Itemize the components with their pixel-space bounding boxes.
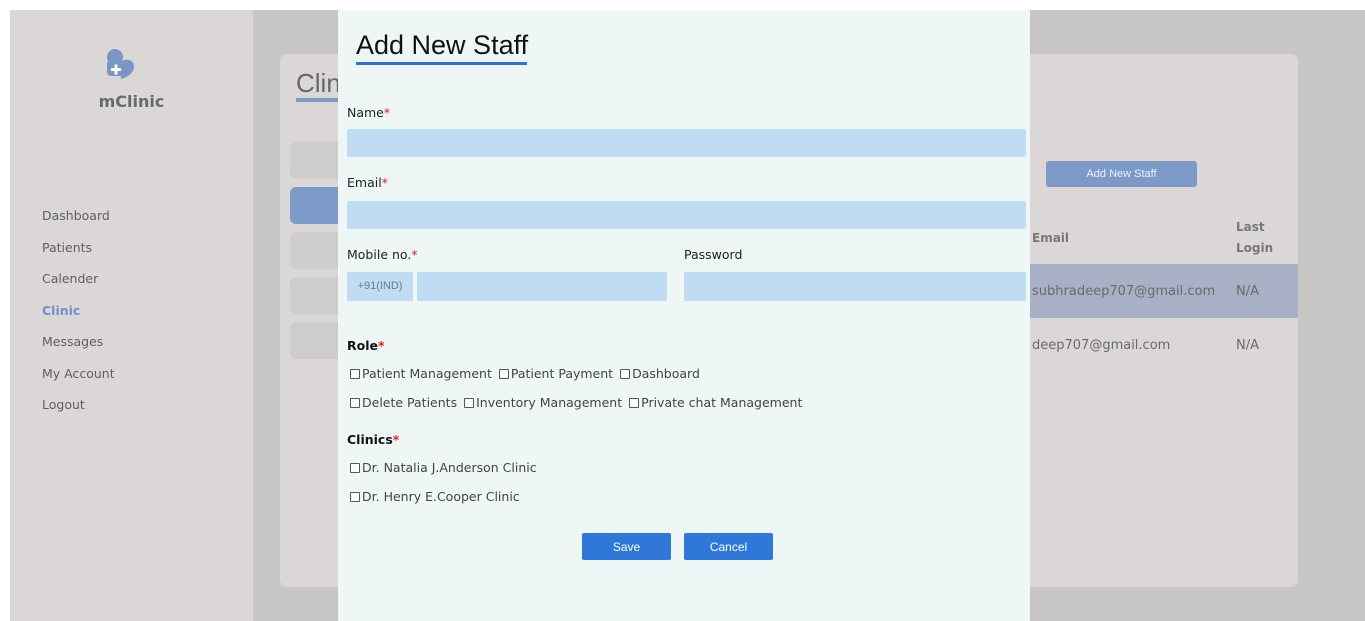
- table-cell-last-login: N/A: [1236, 284, 1259, 299]
- sidebar-item-clinic[interactable]: Clinic: [42, 303, 115, 335]
- role-checkbox-delete-patients[interactable]: Delete Patients: [350, 395, 457, 410]
- sidebar-item-messages[interactable]: Messages: [42, 334, 115, 366]
- clinic-option: Dr. Henry E.Cooper Clinic: [350, 489, 520, 504]
- clinic-option: Dr. Natalia J.Anderson Clinic: [350, 460, 537, 475]
- clinics-heading: Clinics*: [347, 432, 400, 447]
- role-checkbox-private-chat-management[interactable]: Private chat Management: [629, 395, 802, 410]
- role-checkbox-inventory-management[interactable]: Inventory Management: [464, 395, 622, 410]
- modal-title: Add New Staff: [356, 30, 529, 60]
- password-label: Password: [684, 247, 743, 262]
- checkbox-icon[interactable]: [498, 368, 509, 379]
- title-underline: [356, 62, 527, 65]
- email-label: Email*: [347, 175, 388, 190]
- sidebar-nav: Dashboard Patients Calender Clinic Messa…: [42, 208, 115, 429]
- country-code-prefix[interactable]: +91(IND): [347, 272, 413, 301]
- brand-name: mClinic: [98, 92, 165, 111]
- page-title: Clin: [296, 68, 341, 98]
- mobile-input[interactable]: [417, 272, 667, 301]
- cancel-button[interactable]: Cancel: [684, 533, 773, 560]
- roles-row: Patient Management Patient Payment Dashb…: [350, 366, 700, 381]
- name-input[interactable]: [347, 129, 1026, 157]
- sidebar-item-patients[interactable]: Patients: [42, 240, 115, 272]
- name-label: Name*: [347, 105, 391, 120]
- sidebar-item-my-account[interactable]: My Account: [42, 366, 115, 398]
- sidebar-item-calender[interactable]: Calender: [42, 271, 115, 303]
- role-checkbox-patient-payment[interactable]: Patient Payment: [498, 366, 613, 381]
- checkbox-icon[interactable]: [350, 462, 360, 473]
- role-checkbox-patient-management[interactable]: Patient Management: [350, 366, 492, 381]
- mobile-label: Mobile no.*: [347, 247, 418, 262]
- checkbox-icon[interactable]: [350, 397, 360, 408]
- email-input[interactable]: [347, 201, 1026, 229]
- checkbox-icon[interactable]: [629, 397, 640, 408]
- app-frame: mClinic Dashboard Patients Calender Clin…: [10, 10, 1365, 621]
- password-input[interactable]: [684, 272, 1026, 301]
- checkbox-icon[interactable]: [350, 491, 360, 502]
- add-staff-modal: Add New Staff Name* Email* Mobile no.* +…: [338, 10, 1030, 621]
- checkbox-icon[interactable]: [464, 397, 475, 408]
- column-header-last-login: Last: [1236, 220, 1265, 234]
- role-checkbox-dashboard[interactable]: Dashboard: [620, 366, 700, 381]
- clinic-checkbox-cooper[interactable]: Dr. Henry E.Cooper Clinic: [350, 489, 520, 504]
- column-header-email: Email: [1032, 231, 1070, 245]
- clinic-logo-icon: [107, 49, 134, 79]
- save-button[interactable]: Save: [582, 533, 671, 560]
- clinic-checkbox-anderson[interactable]: Dr. Natalia J.Anderson Clinic: [350, 460, 537, 475]
- sidebar-item-dashboard[interactable]: Dashboard: [42, 208, 115, 240]
- sidebar: mClinic Dashboard Patients Calender Clin…: [10, 10, 253, 621]
- table-cell-last-login: N/A: [1236, 338, 1259, 353]
- roles-row: Delete Patients Inventory Management Pri…: [350, 395, 802, 410]
- checkbox-icon[interactable]: [350, 368, 360, 379]
- title-underline: [296, 98, 340, 102]
- table-cell-email: deep707@gmail.com: [1032, 338, 1171, 353]
- table-cell-email: subhradeep707@gmail.com: [1032, 284, 1216, 299]
- checkbox-icon[interactable]: [620, 368, 631, 379]
- role-heading: Role*: [347, 338, 385, 353]
- add-new-staff-button[interactable]: Add New Staff: [1046, 161, 1197, 187]
- column-header-last-login: Login: [1236, 241, 1274, 255]
- sidebar-item-logout[interactable]: Logout: [42, 397, 115, 429]
